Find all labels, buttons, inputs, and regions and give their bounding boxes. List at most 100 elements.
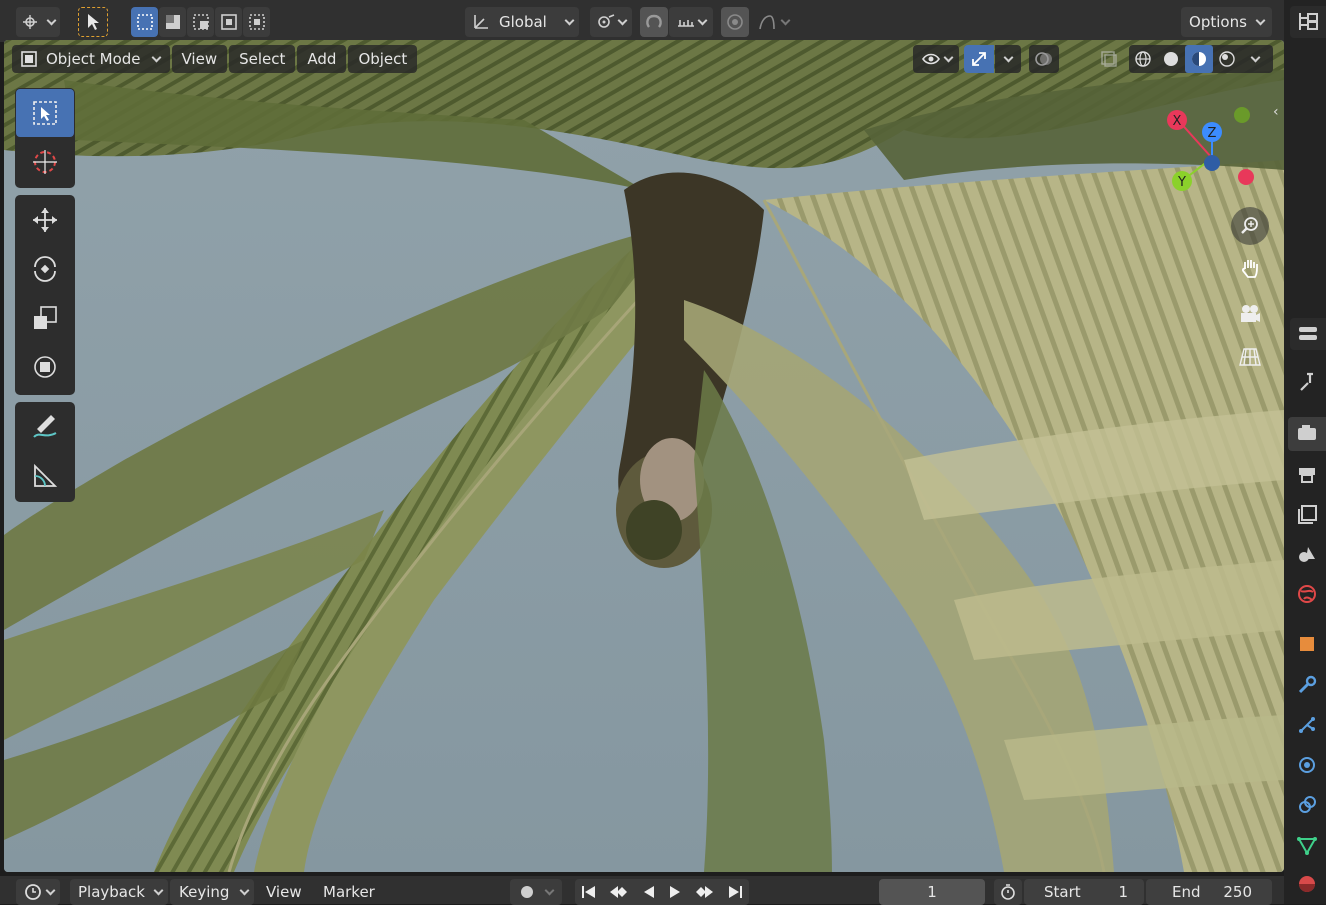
solid-sphere-icon bbox=[1164, 52, 1178, 66]
marker-label: Marker bbox=[323, 883, 375, 901]
measure-tool[interactable] bbox=[16, 452, 74, 500]
proportional-edit-toggle[interactable] bbox=[721, 7, 749, 37]
zoom-magnifier-icon bbox=[1241, 217, 1258, 234]
world-tab[interactable] bbox=[1295, 582, 1319, 606]
object-tab[interactable] bbox=[1295, 632, 1319, 656]
z-axis-label: Z bbox=[1208, 126, 1217, 141]
rendered-shading-button[interactable] bbox=[1213, 45, 1241, 73]
editor-type-menu[interactable] bbox=[16, 7, 60, 37]
particles-tab[interactable] bbox=[1295, 713, 1319, 737]
marker-menu[interactable]: Marker bbox=[323, 879, 375, 905]
object-square-icon bbox=[1300, 637, 1314, 651]
annotate-tool[interactable] bbox=[16, 403, 74, 451]
select-box-tool[interactable] bbox=[16, 89, 74, 137]
outliner-icon[interactable] bbox=[1296, 10, 1320, 34]
jump-end-icon[interactable] bbox=[726, 884, 744, 900]
jump-start-icon[interactable] bbox=[580, 884, 598, 900]
select-menu[interactable]: Select bbox=[229, 45, 296, 73]
select-mode-subtract-button[interactable] bbox=[187, 7, 214, 37]
pan-button[interactable] bbox=[1229, 249, 1271, 287]
start-value: 1 bbox=[1118, 883, 1128, 901]
physics-tab[interactable] bbox=[1295, 753, 1319, 777]
camera-view-button[interactable] bbox=[1229, 295, 1271, 333]
move-tool[interactable] bbox=[16, 196, 74, 244]
play-reverse-icon[interactable] bbox=[641, 884, 657, 900]
rotate-arrows-icon bbox=[34, 256, 56, 282]
orientation-axes-icon bbox=[474, 15, 488, 29]
outliner-header bbox=[1290, 6, 1326, 38]
transform-orientation-dropdown[interactable]: Global bbox=[465, 7, 579, 37]
modifier-tab[interactable] bbox=[1295, 673, 1319, 697]
solid-shading-button[interactable] bbox=[1157, 45, 1185, 73]
object-menu[interactable]: Object bbox=[348, 45, 418, 73]
prev-keyframe-icon[interactable] bbox=[608, 884, 630, 900]
add-menu[interactable]: Add bbox=[297, 45, 347, 73]
object-mode-dropdown[interactable]: Object Mode bbox=[12, 45, 170, 73]
annotate-pencil-icon bbox=[33, 415, 57, 438]
material-preview-shading-button[interactable] bbox=[1185, 45, 1213, 73]
visibility-dropdown[interactable] bbox=[913, 45, 959, 73]
constraint-icon bbox=[1299, 796, 1316, 813]
scale-tool[interactable] bbox=[16, 294, 74, 342]
preview-range-toggle[interactable] bbox=[994, 879, 1022, 905]
playback-menu[interactable]: Playback bbox=[70, 879, 168, 905]
start-frame-field[interactable]: Start 1 bbox=[1024, 879, 1144, 905]
output-tab[interactable] bbox=[1295, 462, 1319, 486]
gizmo-dropdown[interactable] bbox=[995, 45, 1021, 73]
scene-shapes-icon bbox=[1299, 547, 1315, 562]
keying-menu[interactable]: Keying bbox=[170, 879, 254, 905]
current-frame-field[interactable]: 1 bbox=[879, 879, 985, 905]
next-keyframe-icon[interactable] bbox=[693, 884, 715, 900]
play-icon[interactable] bbox=[667, 884, 683, 900]
timeline-editor-type[interactable] bbox=[16, 879, 60, 905]
x-negative-axis-ball[interactable] bbox=[1238, 169, 1254, 185]
xray-toggle[interactable] bbox=[1095, 45, 1123, 73]
select-mode-invert-button[interactable] bbox=[215, 7, 242, 37]
y-negative-axis-ball[interactable] bbox=[1234, 107, 1250, 123]
auto-keying-toggle[interactable] bbox=[510, 879, 562, 905]
snap-toggle-button[interactable] bbox=[640, 7, 668, 37]
properties-editor-icon[interactable] bbox=[1296, 322, 1320, 346]
move-arrows-icon bbox=[33, 208, 57, 232]
select-mode-new-button[interactable] bbox=[131, 7, 158, 37]
options-dropdown[interactable]: Options bbox=[1181, 7, 1272, 37]
view-menu[interactable]: View bbox=[171, 45, 228, 73]
transform-icon bbox=[34, 356, 56, 378]
grid-perspective-icon bbox=[1239, 348, 1261, 366]
end-frame-field[interactable]: End 250 bbox=[1146, 879, 1272, 905]
shading-options-dropdown[interactable] bbox=[1241, 45, 1269, 73]
particles-icon bbox=[1299, 717, 1315, 733]
object-mode-icon bbox=[21, 51, 37, 67]
navigation-gizmo[interactable]: X Z Y bbox=[1160, 100, 1260, 200]
cursor-arrow-icon bbox=[88, 14, 99, 30]
scene-tab[interactable] bbox=[1295, 542, 1319, 566]
gizmo-toggle[interactable] bbox=[964, 45, 994, 73]
material-tab[interactable] bbox=[1295, 872, 1319, 896]
tool-tab[interactable] bbox=[1295, 370, 1319, 394]
render-tab[interactable] bbox=[1295, 421, 1319, 445]
select-mode-extend-button[interactable] bbox=[159, 7, 186, 37]
snap-target-dropdown[interactable] bbox=[669, 7, 713, 37]
3d-viewport[interactable] bbox=[4, 40, 1284, 872]
falloff-dropdown[interactable] bbox=[752, 7, 794, 37]
constraints-tab[interactable] bbox=[1295, 793, 1319, 817]
select-tool-button[interactable] bbox=[78, 7, 108, 37]
view-layer-tab[interactable] bbox=[1295, 502, 1319, 526]
pivot-point-dropdown[interactable] bbox=[590, 7, 632, 37]
toolbar-select-group bbox=[15, 88, 75, 188]
cursor-tool[interactable] bbox=[16, 138, 74, 186]
sidebar-toggle-arrow-icon[interactable]: ‹ bbox=[1273, 104, 1279, 120]
perspective-toggle-button[interactable] bbox=[1229, 338, 1271, 376]
measure-ruler-icon bbox=[34, 463, 58, 487]
select-extend-icon bbox=[165, 15, 180, 29]
transform-tool[interactable] bbox=[16, 343, 74, 391]
rotate-tool[interactable] bbox=[16, 245, 74, 293]
wireframe-shading-button[interactable] bbox=[1129, 45, 1157, 73]
data-tab[interactable] bbox=[1295, 833, 1319, 857]
editor-type-icon bbox=[23, 15, 37, 29]
z-negative-axis-ball[interactable] bbox=[1204, 155, 1220, 171]
timeline-view-menu[interactable]: View bbox=[266, 879, 302, 905]
overlays-toggle[interactable] bbox=[1029, 45, 1059, 73]
zoom-button[interactable] bbox=[1231, 207, 1269, 245]
select-mode-intersect-button[interactable] bbox=[243, 7, 270, 37]
